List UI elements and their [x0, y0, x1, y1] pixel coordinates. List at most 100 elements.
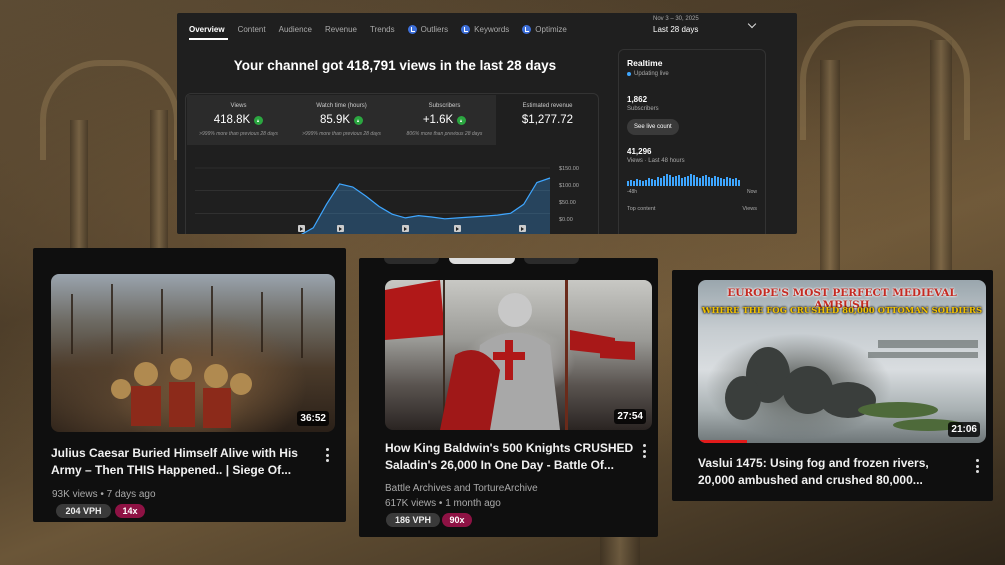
tab-audience[interactable]: Audience: [277, 25, 323, 40]
tab-outliers[interactable]: Outliers: [406, 25, 460, 40]
realtime-bar: [651, 179, 653, 186]
arrow-up-icon: [457, 115, 467, 125]
more-options-icon[interactable]: [326, 448, 330, 465]
tab-content[interactable]: Content: [236, 25, 277, 40]
analytics-tabs: Overview Content Audience Revenue Trends…: [187, 25, 578, 40]
stat-sub: >999% more than previous 28 days: [199, 131, 278, 137]
realtime-bar: [699, 178, 701, 186]
video-title[interactable]: How King Baldwin's 500 Knights CRUSHED S…: [385, 440, 640, 474]
realtime-bar: [732, 179, 734, 186]
video-thumbnail[interactable]: EUROPE'S MOST PERFECT MEDIEVAL AMBUSH WH…: [698, 280, 986, 443]
stat-watch-time[interactable]: Watch time (hours) 85.9K >999% more than…: [290, 95, 393, 145]
top-content-label: Top content: [627, 206, 656, 212]
realtime-bar: [726, 177, 728, 186]
video-duration: 27:54: [614, 409, 646, 424]
video-title[interactable]: Vaslui 1475: Using fog and frozen rivers…: [698, 455, 968, 489]
video-meta: 93K views • 7 days ago: [52, 489, 156, 500]
realtime-bar: [636, 179, 638, 186]
views-column-label: Views: [742, 206, 757, 212]
see-live-count-button[interactable]: See live count: [627, 119, 679, 135]
video-marker-icon[interactable]: [519, 225, 526, 232]
realtime-bar: [642, 181, 644, 186]
realtime-axis-end: Now: [746, 189, 757, 195]
realtime-bar: [735, 178, 737, 186]
video-card[interactable]: 27:54 How King Baldwin's 500 Knights CRU…: [359, 258, 658, 537]
more-options-icon[interactable]: [643, 444, 647, 461]
ambush-illustration: [725, 340, 978, 431]
video-marker-icon[interactable]: [454, 225, 461, 232]
stat-sub: 806% more than previous 28 days: [406, 131, 483, 137]
realtime-bar: [678, 175, 680, 186]
realtime-bar: [672, 177, 674, 186]
video-meta: 617K views • 1 month ago: [385, 498, 501, 509]
realtime-bar: [693, 175, 695, 186]
realtime-bar: [657, 177, 659, 186]
date-range-selector[interactable]: Nov 3 – 30, 2025 Last 28 days: [653, 16, 699, 34]
tab-overview[interactable]: Overview: [187, 25, 236, 40]
stat-revenue[interactable]: Estimated revenue $1,277.72: [496, 95, 599, 145]
realtime-bar-chart: [627, 172, 757, 186]
date-range-dates: Nov 3 – 30, 2025: [653, 16, 699, 22]
stat-sub: >999% more than previous 28 days: [302, 131, 381, 137]
video-duration: 36:52: [297, 411, 329, 426]
soldiers-illustration: [71, 284, 303, 428]
live-dot-icon: [627, 72, 631, 76]
realtime-views-label: Views · Last 48 hours: [627, 158, 685, 164]
realtime-bar: [675, 176, 677, 186]
video-card[interactable]: 36:52 Julius Caesar Buried Himself Alive…: [33, 248, 346, 522]
check-badge-icon: [522, 25, 532, 34]
tab-keywords[interactable]: Keywords: [459, 25, 520, 40]
stat-label: Subscribers: [428, 103, 461, 109]
check-badge-icon: [407, 25, 417, 34]
tab-trends[interactable]: Trends: [368, 25, 406, 40]
y-tick-label: $150.00: [559, 166, 579, 172]
realtime-bar: [702, 176, 704, 186]
stat-label: Estimated revenue: [522, 103, 573, 109]
more-options-icon[interactable]: [976, 459, 980, 476]
video-thumbnail[interactable]: 27:54: [385, 280, 652, 430]
realtime-bar: [645, 180, 647, 186]
realtime-bar: [714, 176, 716, 186]
realtime-bar: [705, 175, 707, 186]
realtime-bar: [708, 177, 710, 186]
video-marker-icon[interactable]: [402, 225, 409, 232]
tab-revenue[interactable]: Revenue: [323, 25, 368, 40]
realtime-bar: [696, 177, 698, 186]
chevron-down-icon[interactable]: [747, 19, 757, 29]
video-card[interactable]: EUROPE'S MOST PERFECT MEDIEVAL AMBUSH WH…: [672, 270, 993, 501]
video-thumbnail[interactable]: 36:52: [51, 274, 335, 432]
date-range-label: Last 28 days: [653, 25, 699, 34]
realtime-bar: [687, 176, 689, 186]
vph-badge: 186 VPH: [386, 513, 440, 527]
realtime-bar: [690, 174, 692, 186]
check-badge-icon: [461, 25, 471, 34]
vph-badge: 204 VPH: [56, 504, 111, 518]
stat-views[interactable]: Views 418.8K >999% more than previous 28…: [187, 95, 290, 145]
arrow-up-icon: [254, 115, 264, 125]
stat-value: $1,277.72: [521, 114, 574, 126]
video-title[interactable]: Julius Caesar Buried Himself Alive with …: [51, 445, 316, 479]
video-marker-icon[interactable]: [298, 225, 305, 232]
realtime-bar: [717, 177, 719, 186]
realtime-bar: [669, 175, 671, 186]
y-tick-label: $50.00: [559, 200, 576, 206]
stat-subscribers[interactable]: Subscribers +1.6K 806% more than previou…: [393, 95, 496, 145]
page-title: Your channel got 418,791 views in the la…: [233, 58, 557, 73]
arrow-up-icon: [354, 115, 364, 125]
realtime-bar: [633, 181, 635, 186]
realtime-subscribers: 1,862: [627, 95, 648, 104]
watch-progress-bar: [698, 440, 747, 443]
realtime-subscribers-label: Subscribers: [627, 106, 659, 112]
realtime-bar: [723, 179, 725, 186]
realtime-bar: [654, 180, 656, 186]
video-marker-icon[interactable]: [337, 225, 344, 232]
tab-optimize[interactable]: Optimize: [520, 25, 578, 40]
revenue-chart: [195, 167, 551, 234]
video-duration: 21:06: [948, 422, 980, 437]
stat-value: 85.9K: [319, 114, 351, 126]
realtime-bar: [711, 178, 713, 186]
stat-value: +1.6K: [422, 114, 454, 126]
realtime-card: Realtime Updating live 1,862 Subscribers…: [618, 49, 766, 234]
video-channel[interactable]: Battle Archives and TortureArchive: [385, 482, 538, 496]
outlier-multiplier-badge: 14x: [115, 504, 145, 518]
